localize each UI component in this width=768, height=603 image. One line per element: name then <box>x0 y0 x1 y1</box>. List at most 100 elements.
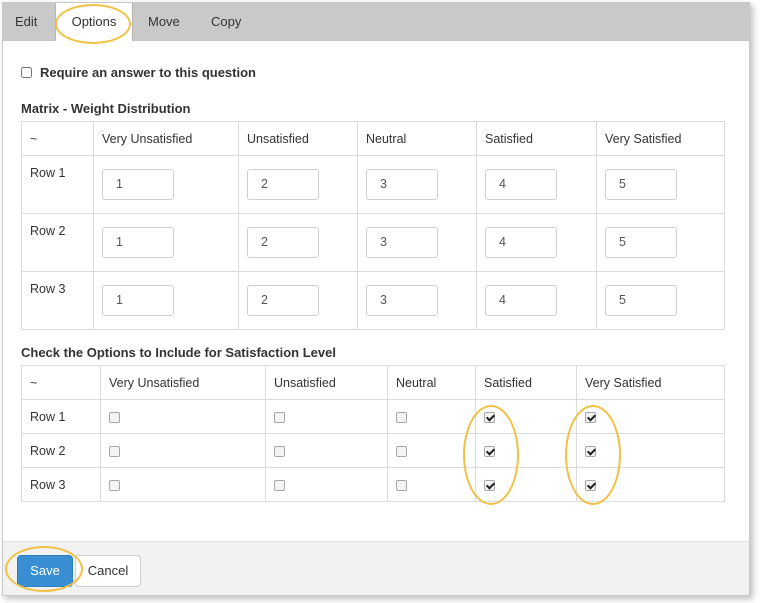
corner-cell: ~ <box>21 121 94 156</box>
weight-input[interactable]: 4 <box>485 227 557 258</box>
weight-input[interactable]: 4 <box>485 169 557 200</box>
table-cell: 4 <box>476 155 597 214</box>
table-cell <box>100 433 266 468</box>
weight-input[interactable]: 5 <box>605 227 677 258</box>
table-cell: 4 <box>476 271 597 330</box>
option-checkbox[interactable] <box>274 411 285 423</box>
tab-copy[interactable]: Copy <box>211 3 241 41</box>
column-header: Neutral <box>357 121 477 156</box>
table-cell: 4 <box>476 213 597 272</box>
table-row: Row 2 <box>21 433 725 468</box>
satisfaction-options-table: ~ Very Unsatisfied Unsatisfied Neutral S… <box>21 365 725 502</box>
table-cell <box>265 467 388 502</box>
table-cell: 1 <box>93 155 239 214</box>
row-label: Row 2 <box>21 213 94 272</box>
row-label: Row 3 <box>21 271 94 330</box>
option-checkbox[interactable] <box>396 411 407 423</box>
footer-bar: Save Cancel <box>3 541 749 595</box>
weight-input[interactable]: 2 <box>247 227 319 258</box>
table-cell <box>475 433 577 468</box>
table-cell <box>387 467 476 502</box>
table-row: Row 1 1 2 3 4 5 <box>21 155 725 214</box>
table-row: Row 1 <box>21 399 725 434</box>
require-answer-label: Require an answer to this question <box>40 65 256 80</box>
option-checkbox[interactable] <box>109 445 120 457</box>
table-header-row: ~ Very Unsatisfied Unsatisfied Neutral S… <box>21 121 725 156</box>
weight-input[interactable]: 3 <box>366 227 438 258</box>
question-options-panel: Edit Options Move Copy Require an answer… <box>2 2 750 596</box>
corner-cell: ~ <box>21 365 101 400</box>
table-cell: 3 <box>357 213 477 272</box>
table-cell: 3 <box>357 155 477 214</box>
table-cell: 1 <box>93 213 239 272</box>
column-header: Very Unsatisfied <box>100 365 266 400</box>
option-checkbox[interactable] <box>585 411 596 423</box>
table-cell: 1 <box>93 271 239 330</box>
weight-input[interactable]: 5 <box>605 285 677 316</box>
weight-input[interactable]: 3 <box>366 285 438 316</box>
table-cell <box>576 433 725 468</box>
option-checkbox[interactable] <box>484 479 495 491</box>
weight-input[interactable]: 2 <box>247 169 319 200</box>
option-checkbox[interactable] <box>484 411 495 423</box>
table-cell: 5 <box>596 213 725 272</box>
tab-edit[interactable]: Edit <box>15 3 37 41</box>
column-header: Satisfied <box>476 121 597 156</box>
weight-input[interactable]: 1 <box>102 227 174 258</box>
row-label: Row 3 <box>21 467 101 502</box>
row-label: Row 1 <box>21 399 101 434</box>
table-cell <box>100 467 266 502</box>
weight-input[interactable]: 3 <box>366 169 438 200</box>
row-label: Row 1 <box>21 155 94 214</box>
weight-input[interactable]: 1 <box>102 169 174 200</box>
column-header: Neutral <box>387 365 476 400</box>
require-answer[interactable]: Require an answer to this question <box>21 65 256 80</box>
option-checkbox[interactable] <box>396 445 407 457</box>
save-button[interactable]: Save <box>17 555 73 587</box>
weight-input[interactable]: 1 <box>102 285 174 316</box>
option-checkbox[interactable] <box>109 411 120 423</box>
table-cell <box>387 399 476 434</box>
require-answer-checkbox[interactable] <box>21 67 32 78</box>
tab-bar: Edit Options Move Copy <box>3 3 749 41</box>
option-checkbox[interactable] <box>396 479 407 491</box>
table-cell: 3 <box>357 271 477 330</box>
table-cell <box>576 467 725 502</box>
table-cell <box>265 399 388 434</box>
option-checkbox[interactable] <box>585 445 596 457</box>
table-cell <box>475 467 577 502</box>
tab-move[interactable]: Move <box>148 3 180 41</box>
column-header: Very Satisfied <box>596 121 725 156</box>
table-cell <box>387 433 476 468</box>
options-title: Check the Options to Include for Satisfa… <box>21 345 336 360</box>
column-header: Very Satisfied <box>576 365 725 400</box>
weight-input[interactable]: 5 <box>605 169 677 200</box>
weight-input[interactable]: 4 <box>485 285 557 316</box>
column-header: Very Unsatisfied <box>93 121 239 156</box>
table-header-row: ~ Very Unsatisfied Unsatisfied Neutral S… <box>21 365 725 400</box>
column-header: Satisfied <box>475 365 577 400</box>
table-row: Row 2 1 2 3 4 5 <box>21 213 725 272</box>
matrix-title: Matrix - Weight Distribution <box>21 101 191 116</box>
column-header: Unsatisfied <box>238 121 358 156</box>
table-cell <box>265 433 388 468</box>
table-cell: 2 <box>238 271 358 330</box>
weight-input[interactable]: 2 <box>247 285 319 316</box>
table-cell <box>100 399 266 434</box>
option-checkbox[interactable] <box>484 445 495 457</box>
tab-options[interactable]: Options <box>55 3 133 41</box>
table-cell: 5 <box>596 271 725 330</box>
option-checkbox[interactable] <box>109 479 120 491</box>
table-row: Row 3 <box>21 467 725 502</box>
table-cell: 5 <box>596 155 725 214</box>
table-cell <box>475 399 577 434</box>
column-header: Unsatisfied <box>265 365 388 400</box>
weight-matrix-table: ~ Very Unsatisfied Unsatisfied Neutral S… <box>21 121 725 330</box>
table-cell <box>576 399 725 434</box>
table-cell: 2 <box>238 213 358 272</box>
option-checkbox[interactable] <box>274 445 285 457</box>
cancel-button[interactable]: Cancel <box>75 555 141 587</box>
option-checkbox[interactable] <box>274 479 285 491</box>
option-checkbox[interactable] <box>585 479 596 491</box>
table-row: Row 3 1 2 3 4 5 <box>21 271 725 330</box>
